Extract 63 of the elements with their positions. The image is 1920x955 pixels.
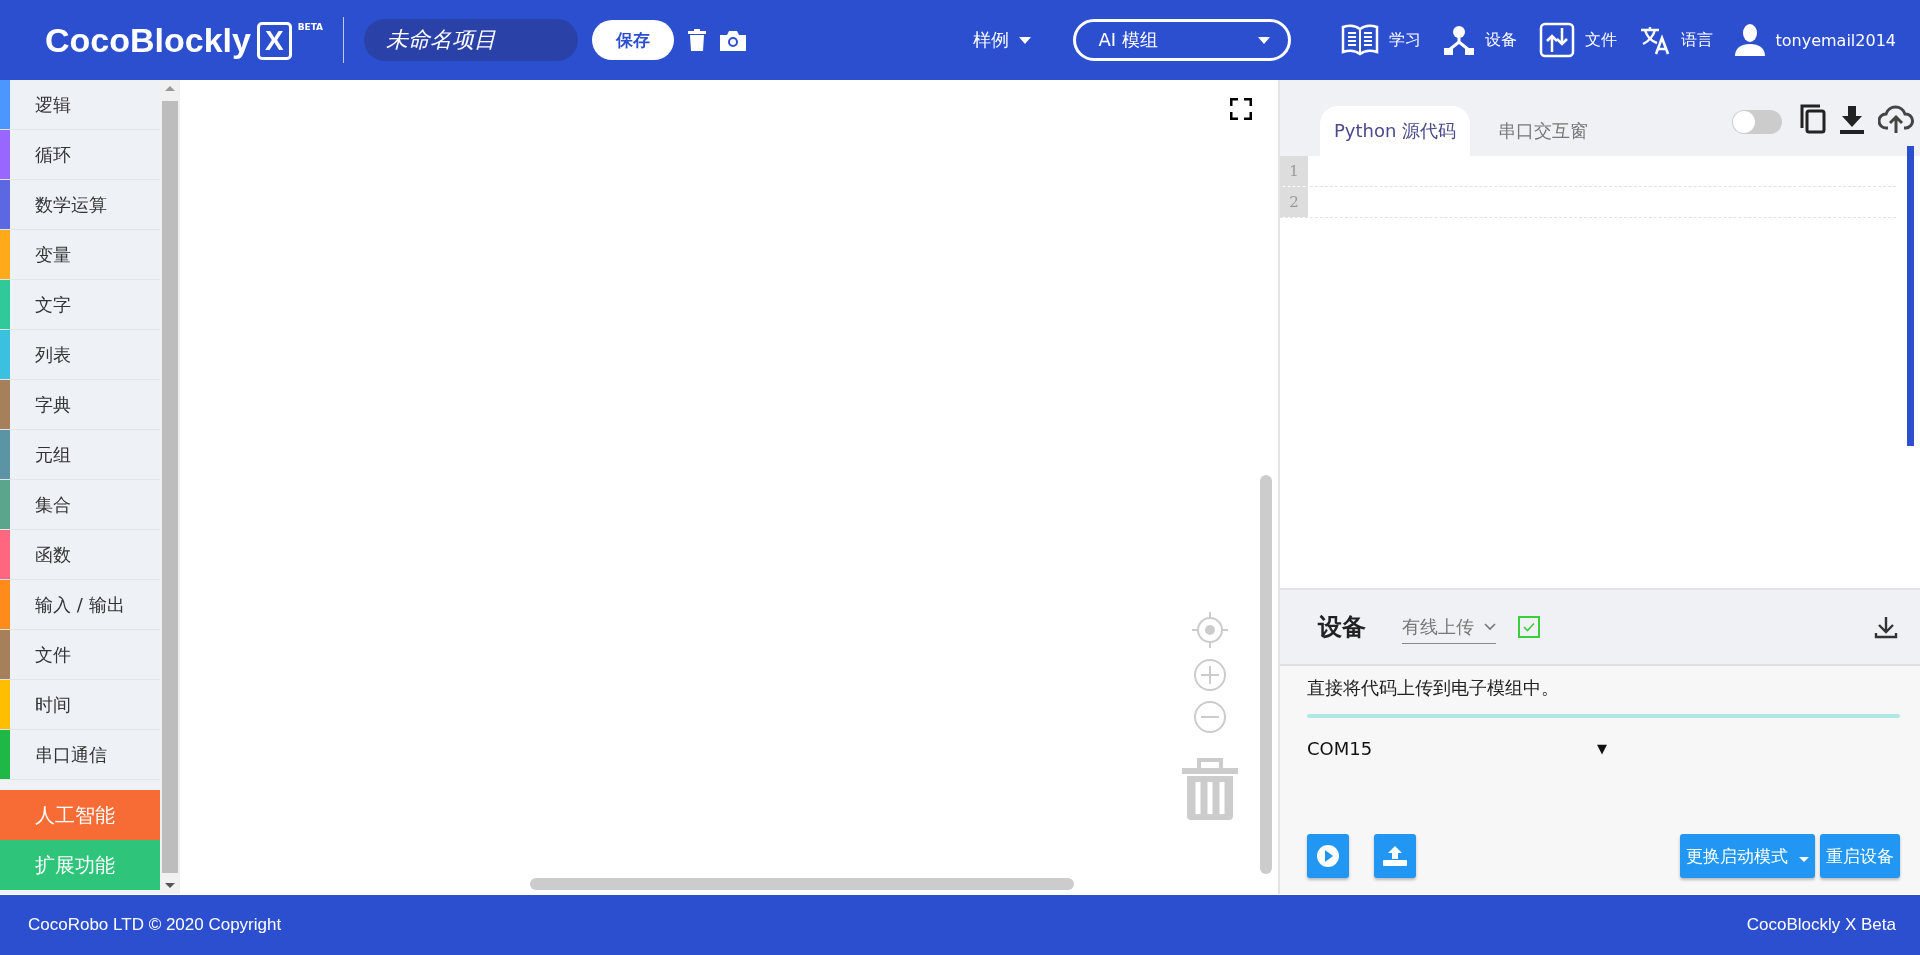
upload-icon [1382,845,1408,867]
module-select[interactable]: AI 模组 [1073,19,1292,61]
chevron-down-icon [1484,622,1496,631]
translate-icon [1639,25,1672,55]
category-item[interactable]: 字典 [0,380,160,430]
line-number: 1 [1280,156,1308,186]
upload-mode-select[interactable]: 有线上传 [1402,610,1496,644]
nav-button[interactable]: 学习 [1341,24,1422,56]
save-button[interactable]: 保存 [592,20,675,60]
zoom-in-icon[interactable] [1193,658,1227,692]
nav-button[interactable]: 语言 [1639,25,1714,55]
beta-label: BETA [297,22,324,32]
transfer-icon [1539,22,1576,58]
category-item[interactable]: 数学运算 [0,180,160,230]
trash-icon[interactable] [688,29,707,51]
play-icon [1316,844,1340,868]
category-item[interactable]: 函数 [0,530,160,580]
category-item[interactable]: 串口通信 [0,730,160,780]
category-item[interactable]: 变量 [0,230,160,280]
recenter-icon[interactable] [1190,610,1230,650]
upload-button[interactable] [1374,834,1416,878]
category-item[interactable]: 集合 [0,480,160,530]
check-icon [1523,622,1535,632]
scrollbar[interactable] [1907,146,1914,446]
examples-dropdown[interactable]: 样例 [967,27,1038,53]
category-item[interactable]: 输入 / 输出 [0,580,160,630]
scrollbar[interactable] [530,878,1074,890]
download-icon[interactable] [1840,106,1864,134]
project-name-field[interactable]: 未命名项目 [364,19,579,61]
network-icon [1443,24,1476,56]
version-text: CocoBlockly X Beta [1746,915,1896,935]
port-select[interactable]: COM15 ▼ [1307,738,1607,759]
run-button[interactable] [1307,834,1349,878]
description-text: 直接将代码上传到电子模组中。 [1307,676,1560,700]
nav-button[interactable]: 设备 [1443,24,1518,56]
category-item[interactable]: 文字 [0,280,160,330]
logo-mark: X [256,22,292,60]
panel-title: 设备 [1318,612,1366,643]
category-item[interactable]: 列表 [0,330,160,380]
copyright-text: CocoRobo LTD © 2020 Copyright [28,915,282,935]
camera-icon[interactable] [720,29,747,51]
logo-text: CocoBlockly [45,20,251,60]
user-menu[interactable]: tonyemail2014 [1735,24,1896,56]
category-item[interactable]: 文件 [0,630,160,680]
book-icon [1341,24,1380,56]
scrollbar[interactable] [1260,475,1272,874]
checkbox[interactable] [1518,616,1540,638]
user-icon [1735,24,1766,56]
code-tab[interactable]: Python 源代码 [1320,106,1471,156]
category-item[interactable]: 逻辑 [0,80,160,130]
cloud-upload-icon[interactable] [1878,104,1914,134]
scrollbar[interactable] [160,80,180,894]
copy-icon[interactable] [1800,104,1826,134]
toggle-switch[interactable] [1732,110,1782,134]
category-item[interactable]: 循环 [0,130,160,180]
code-tab[interactable]: 串口交互窗 [1484,106,1603,156]
zoom-out-icon[interactable] [1193,700,1227,734]
nav-button[interactable]: 文件 [1539,22,1618,58]
category-item[interactable]: 元组 [0,430,160,480]
line-number: 2 [1280,187,1308,217]
download-icon[interactable] [1874,615,1898,639]
fullscreen-icon[interactable] [1230,98,1252,120]
category-item[interactable]: 时间 [0,680,160,730]
